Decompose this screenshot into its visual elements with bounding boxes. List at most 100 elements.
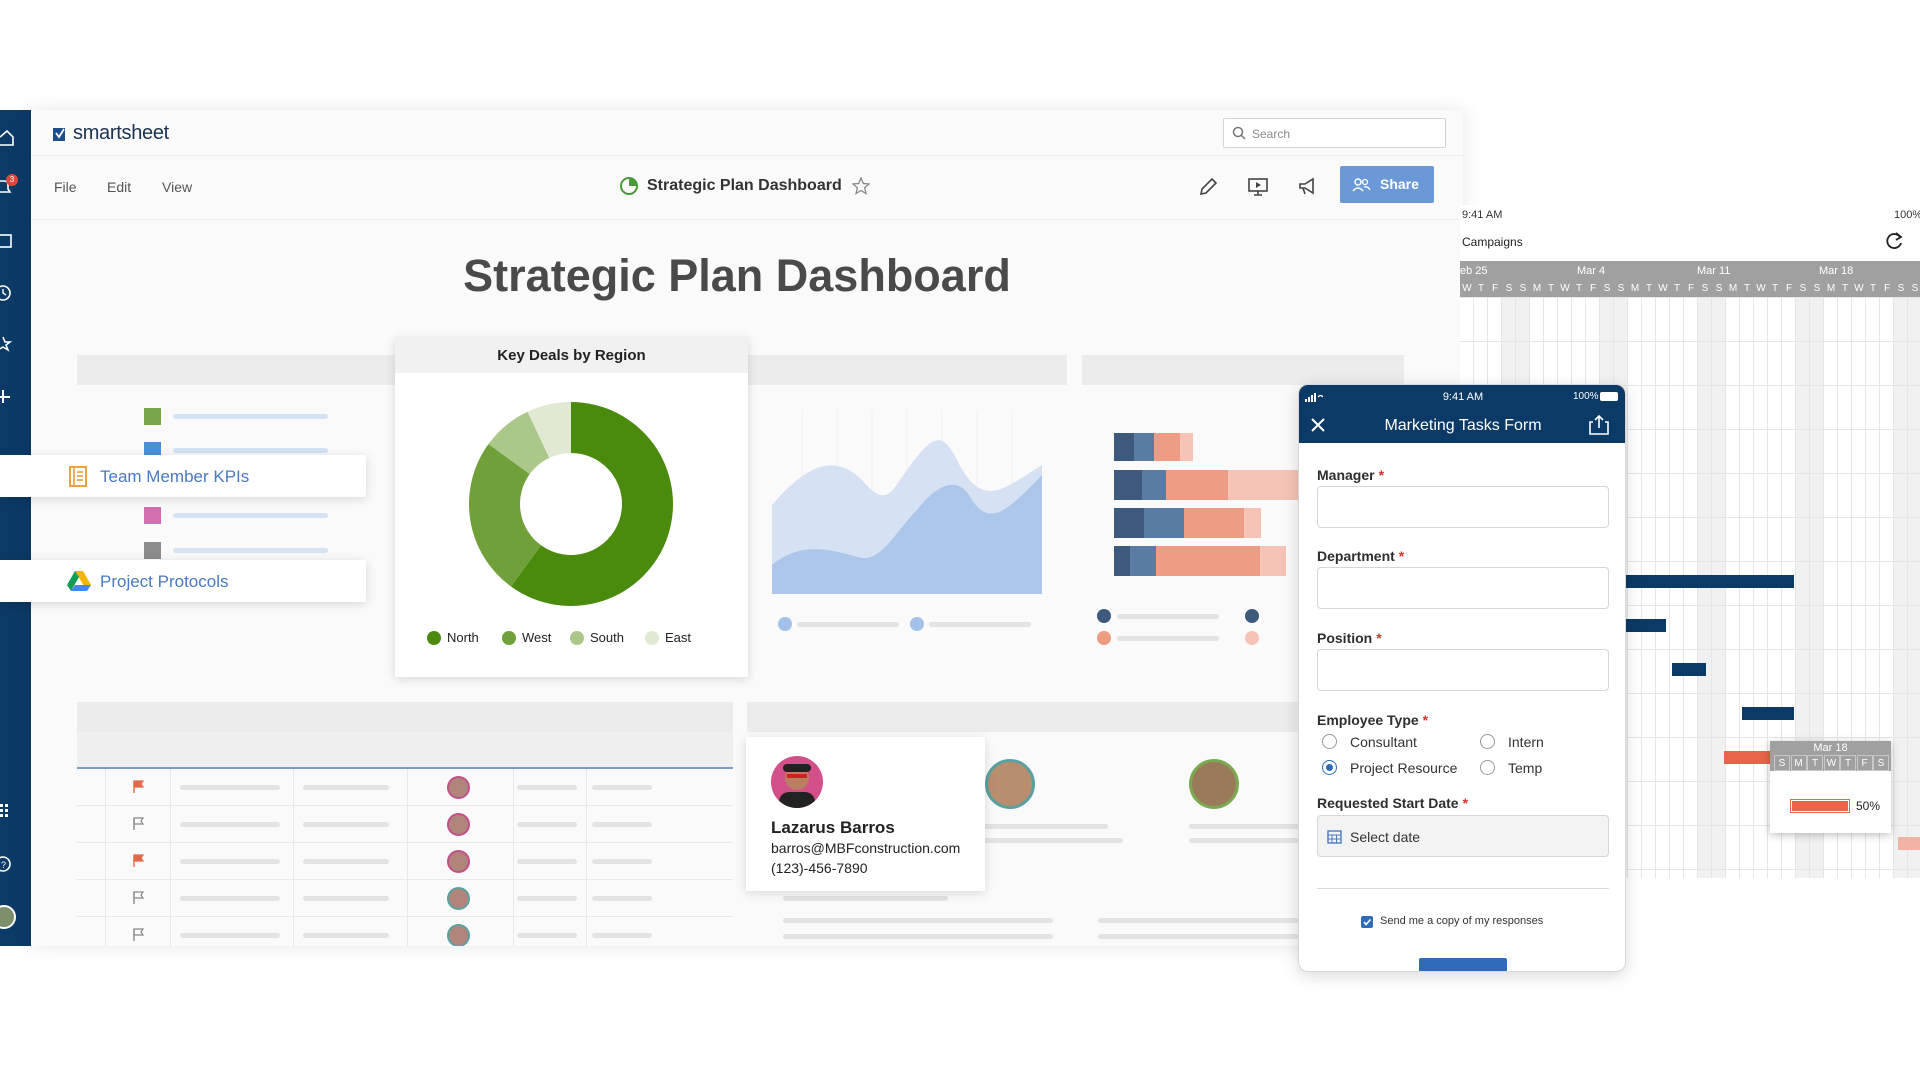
recents-icon[interactable] xyxy=(0,285,14,301)
user-avatar[interactable] xyxy=(0,905,16,929)
radio-temp[interactable] xyxy=(1480,760,1495,775)
table-row[interactable] xyxy=(77,917,733,946)
assignee-avatar xyxy=(447,813,470,836)
placeholder-line xyxy=(173,448,328,453)
contact-phone: (123)-456-7890 xyxy=(771,860,868,876)
placeholder-line xyxy=(983,824,1108,829)
share-icon[interactable] xyxy=(1589,414,1609,436)
department-field[interactable] xyxy=(1317,567,1609,609)
day-cell: W xyxy=(1462,283,1472,294)
submit-button[interactable] xyxy=(1419,958,1507,971)
search-box[interactable]: Search xyxy=(1223,118,1446,148)
copy-checkbox[interactable] xyxy=(1361,916,1373,928)
gantt-task-bar[interactable] xyxy=(1672,663,1706,676)
legend-label-north: North xyxy=(447,630,479,645)
home-icon[interactable] xyxy=(0,130,14,146)
legend-dot xyxy=(1097,631,1111,645)
chart-title: Key Deals by Region xyxy=(497,347,646,364)
gantt-task-bar[interactable] xyxy=(1898,837,1920,850)
assignee-avatar xyxy=(447,887,470,910)
contact-avatar xyxy=(771,756,823,808)
donut-chart xyxy=(469,402,673,606)
legend-swatch xyxy=(144,507,161,524)
day-cell: S xyxy=(1617,283,1625,294)
gantt-task-bar[interactable] xyxy=(1624,619,1666,632)
day-cell: S xyxy=(1897,283,1905,294)
start-date-placeholder: Select date xyxy=(1350,829,1421,845)
dashboard-icon xyxy=(620,177,638,195)
day-cell: F xyxy=(1491,283,1499,294)
radio-label: Consultant xyxy=(1350,734,1417,750)
popup-day-cell: M xyxy=(1790,755,1807,771)
flag-icon[interactable] xyxy=(133,817,145,831)
svg-text:?: ? xyxy=(1,860,6,870)
legend-label-west: West xyxy=(522,630,552,645)
start-date-label: Requested Start Date * xyxy=(1317,795,1469,811)
day-cell: T xyxy=(1645,283,1653,294)
assignee-avatar xyxy=(447,850,470,873)
start-date-picker[interactable]: Select date xyxy=(1317,815,1609,857)
dashboard-heading: Strategic Plan Dashboard xyxy=(463,250,1011,301)
popup-day-cell: W xyxy=(1823,755,1840,771)
radio-intern[interactable] xyxy=(1480,734,1495,749)
favorites-star-icon[interactable] xyxy=(0,336,14,352)
drive-icon xyxy=(67,571,91,591)
table-row[interactable] xyxy=(77,806,733,843)
day-cell: M xyxy=(1630,283,1640,294)
share-button[interactable]: Share xyxy=(1340,166,1434,203)
table-row[interactable] xyxy=(77,843,733,880)
employee-type-label: Employee Type * xyxy=(1317,712,1429,728)
flag-icon[interactable] xyxy=(133,891,145,905)
placeholder-line xyxy=(1117,614,1219,619)
radio-consultant[interactable] xyxy=(1322,734,1337,749)
day-cell: T xyxy=(1547,283,1555,294)
battery-icon xyxy=(1600,392,1618,401)
menu-file[interactable]: File xyxy=(54,179,77,195)
menu-bar: File Edit View Strategic Plan Dashboard … xyxy=(31,156,1463,220)
top-bar: smartsheet Search xyxy=(31,110,1463,156)
sheets-icon[interactable] xyxy=(0,234,14,248)
flag-icon[interactable] xyxy=(133,854,145,868)
placeholder-line xyxy=(783,934,1053,939)
divider xyxy=(1317,888,1609,889)
edit-pencil-icon[interactable] xyxy=(1197,176,1219,198)
day-cell: F xyxy=(1883,283,1891,294)
legend-label-south: South xyxy=(590,630,624,645)
menu-view[interactable]: View xyxy=(162,179,192,195)
gantt-task-bar[interactable] xyxy=(1742,707,1794,720)
contact-card: Lazarus Barros barros@MBFconstruction.co… xyxy=(746,737,985,891)
megaphone-icon[interactable] xyxy=(1297,176,1319,198)
placeholder-line xyxy=(1117,636,1219,641)
menu-edit[interactable]: Edit xyxy=(107,179,131,195)
link-team-member-kpis[interactable]: Team Member KPIs xyxy=(0,455,366,497)
table-row[interactable] xyxy=(77,769,733,806)
manager-field[interactable] xyxy=(1317,486,1609,528)
position-field[interactable] xyxy=(1317,649,1609,691)
progress-fill xyxy=(1792,801,1848,811)
radio-project-resource[interactable] xyxy=(1322,760,1337,775)
apps-grid-icon[interactable] xyxy=(0,804,14,818)
link-label: Team Member KPIs xyxy=(100,467,250,486)
help-icon[interactable]: ? xyxy=(0,856,14,872)
legend-label-east: East xyxy=(665,630,692,645)
progress-label: 50% xyxy=(1856,799,1881,813)
day-cell: S xyxy=(1911,283,1919,294)
favorite-star-icon[interactable] xyxy=(852,177,870,195)
table-row[interactable] xyxy=(77,880,733,917)
day-cell: S xyxy=(1701,283,1709,294)
day-cell: T xyxy=(1575,283,1583,294)
radio-label: Intern xyxy=(1508,734,1544,750)
gantt-task-bar[interactable] xyxy=(1624,575,1794,588)
link-project-protocols[interactable]: Project Protocols xyxy=(0,560,366,602)
contact-email[interactable]: barros@MBFconstruction.com xyxy=(771,840,960,856)
create-plus-icon[interactable] xyxy=(0,390,14,404)
flag-icon[interactable] xyxy=(133,780,145,794)
placeholder-line xyxy=(173,548,328,553)
placeholder-line xyxy=(1098,934,1328,939)
day-cell: W xyxy=(1658,283,1668,294)
stacked-bar xyxy=(1114,433,1204,461)
flag-icon[interactable] xyxy=(133,928,145,942)
legend-dot-north xyxy=(427,631,441,645)
day-cell: W xyxy=(1756,283,1766,294)
present-icon[interactable] xyxy=(1247,176,1269,198)
